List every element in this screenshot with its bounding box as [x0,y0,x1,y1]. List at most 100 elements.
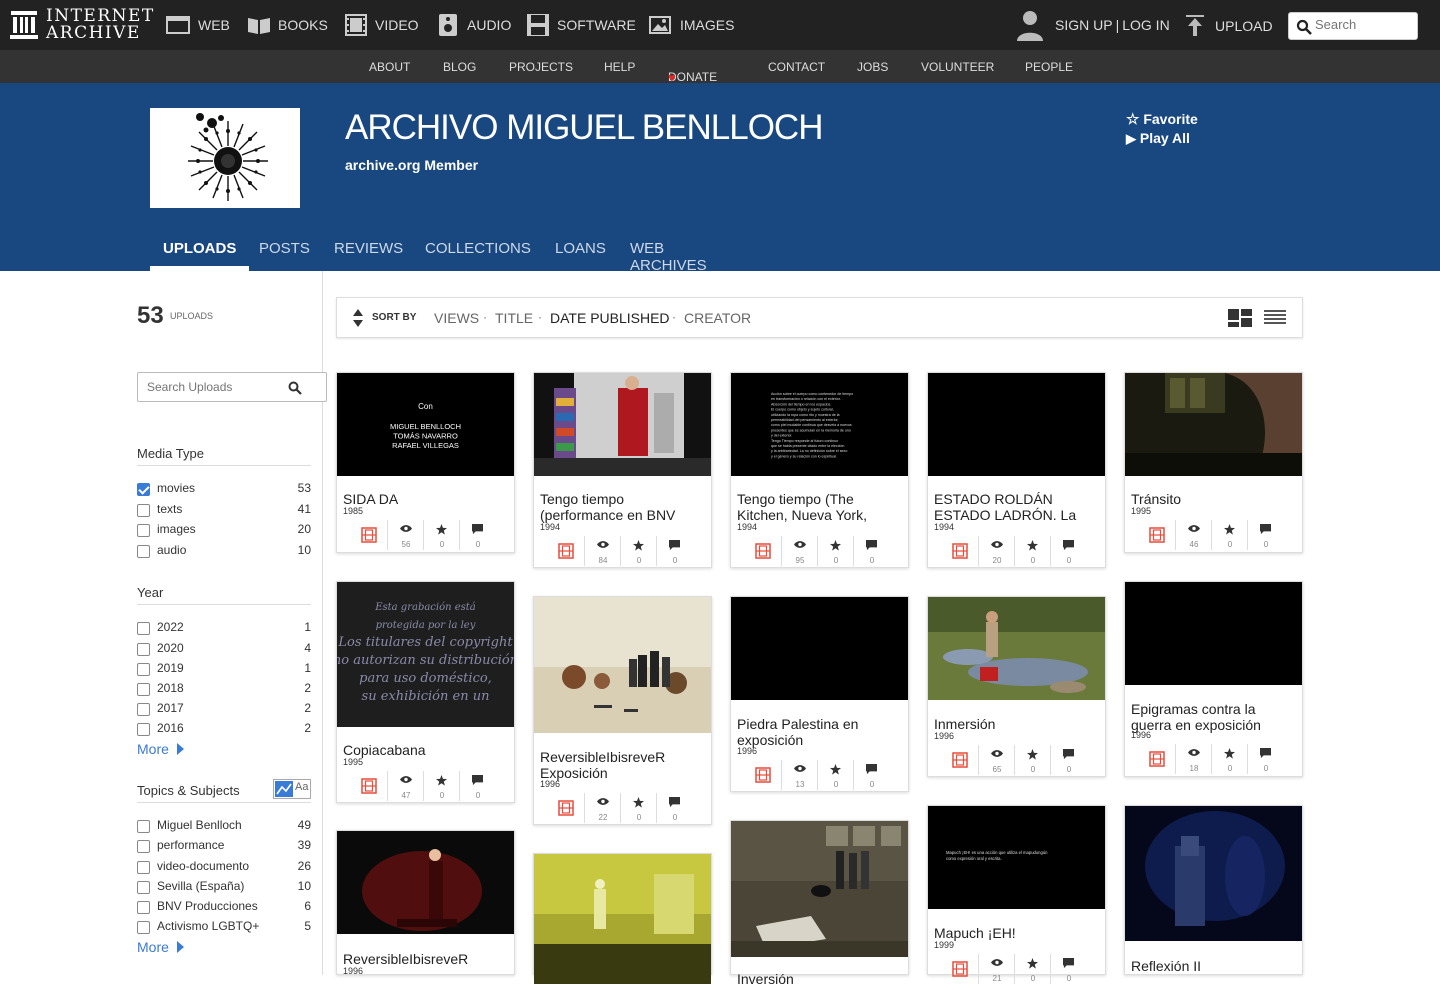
item-title[interactable]: ReversibleIbisreveR [343,951,511,967]
item-title[interactable]: Copiacabana [343,742,511,758]
topics-view-toggle[interactable]: Aa [273,779,311,799]
video-thumbnail[interactable] [534,597,711,733]
chart-icon[interactable] [275,781,293,797]
text-view-toggle[interactable]: Aa [295,781,308,793]
subnav-help[interactable]: HELP [604,60,635,74]
subnav-jobs[interactable]: JOBS [857,60,888,74]
checkbox[interactable] [137,643,150,656]
search-uploads-input[interactable] [147,380,287,394]
item-card[interactable] [533,853,712,984]
checkbox[interactable] [137,504,150,517]
item-title[interactable]: Epigramas contra la guerra en exposición [1131,701,1299,733]
thumbnail-frame[interactable] [534,597,711,733]
item-title[interactable]: SIDA DA [343,491,511,507]
tab-reviews[interactable]: REVIEWS [321,238,416,271]
item-card[interactable]: Mapuch ¡EH! es una acción que utiliza el… [927,805,1106,984]
facet-row[interactable]: 2019 1 [137,660,311,678]
checkbox[interactable] [137,840,150,853]
checkbox[interactable] [137,861,150,874]
video-thumbnail[interactable] [1125,373,1302,476]
item-title[interactable]: ESTADO ROLDÁN ESTADO LADRÓN. La [934,491,1102,523]
sort-creator[interactable]: CREATOR [684,310,751,326]
thumbnail-frame[interactable] [731,821,908,957]
search-icon[interactable] [1296,19,1312,35]
facet-row[interactable]: images 20 [137,521,311,539]
thumbnail-frame[interactable] [731,597,908,700]
thumbnail-frame[interactable] [928,373,1105,476]
tab-web-archives[interactable]: WEB ARCHIVES [617,238,720,274]
item-card[interactable]: Acción sobre el cuerpo como contenedor d… [730,372,909,568]
sort-title[interactable]: TITLE [495,310,533,326]
video-thumbnail[interactable]: Mapuch ¡EH! es una acción que utiliza el… [928,806,1105,909]
play-all-button[interactable]: ▶ Play All [1126,130,1190,147]
thumbnail-frame[interactable]: Acción sobre el cuerpo como contenedor d… [731,373,908,476]
nav-books[interactable]: BOOKS [246,12,328,38]
sort-date-published[interactable]: DATE PUBLISHED [550,310,670,326]
facet-row[interactable]: 2018 2 [137,680,311,698]
video-thumbnail[interactable] [534,373,711,476]
item-card[interactable]: Reflexión II [1124,805,1303,975]
facet-row[interactable]: video-documento 26 [137,858,311,876]
favorite-button[interactable]: ☆ Favorite [1126,110,1198,128]
checkbox[interactable] [137,663,150,676]
facet-row[interactable]: Sevilla (España) 10 [137,878,311,896]
internet-archive-logo[interactable]: INTERNET ARCHIVE [10,8,153,44]
signup-link[interactable]: SIGN UP [1055,17,1113,33]
checkbox[interactable] [137,683,150,696]
checkbox[interactable] [137,703,150,716]
subnav-people[interactable]: PEOPLE [1025,60,1073,74]
list-view-icon[interactable] [1264,310,1286,326]
year-more-link[interactable]: More [137,741,184,757]
checkbox-checked[interactable] [137,483,150,496]
item-title[interactable]: ReversibleIbisreveR Exposición [540,749,708,781]
item-card[interactable]: Esta grabación está protegida por la ley L… [336,581,515,803]
facet-row[interactable]: 2022 1 [137,619,311,637]
item-title[interactable]: Mapuch ¡EH! [934,925,1102,941]
nav-web[interactable]: WEB [166,12,230,38]
checkbox[interactable] [137,545,150,558]
video-thumbnail[interactable] [731,821,908,957]
item-title[interactable]: Tránsito [1131,491,1299,507]
item-card[interactable]: Inversión [730,820,909,987]
facet-row[interactable]: BNV Producciones 6 [137,898,311,916]
item-card[interactable]: Epigramas contra la guerra en exposición… [1124,581,1303,777]
video-thumbnail[interactable] [1125,806,1302,941]
item-title[interactable]: Tengo tiempo (performance en BNV [540,491,708,523]
item-card[interactable]: Inmersión 1996 65 0 0 [927,596,1106,777]
item-card[interactable]: Con MIGUEL BENLLOCH TOMÁS NAVARRO RAFAEL VI… [336,372,515,553]
video-thumbnail[interactable]: Con MIGUEL BENLLOCHTOMÁS NAVARRORAFAEL VI… [337,373,514,476]
subnav-volunteer[interactable]: VOLUNTEER [921,60,994,74]
subnav-blog[interactable]: BLOG [443,60,476,74]
site-search-input[interactable] [1315,17,1413,32]
item-card[interactable]: ReversibleIbisreveR 1996 [336,830,515,976]
upload-button[interactable]: UPLOAD [1185,15,1273,37]
facet-row[interactable]: 2020 4 [137,640,311,658]
item-card[interactable]: Piedra Palestina en exposición 1996 13 0 … [730,596,909,792]
item-title[interactable]: Piedra Palestina en exposición [737,716,905,748]
facet-row[interactable]: 2017 2 [137,700,311,718]
video-thumbnail[interactable] [928,597,1105,700]
sort-arrows-icon[interactable] [353,309,363,327]
checkbox[interactable] [137,723,150,736]
video-thumbnail[interactable] [534,854,711,984]
video-thumbnail[interactable]: Esta grabación está protegida por la ley L… [337,582,514,727]
facet-row[interactable]: performance 39 [137,837,311,855]
subnav-about[interactable]: ABOUT [369,60,410,74]
video-thumbnail[interactable] [337,831,514,934]
tile-view-icon[interactable] [1228,309,1252,327]
video-thumbnail[interactable] [928,373,1105,476]
item-title[interactable]: Reflexión II [1131,958,1299,974]
facet-row[interactable]: 2016 2 [137,720,311,738]
checkbox[interactable] [137,622,150,635]
topics-more-link[interactable]: More [137,939,184,955]
item-card[interactable]: ReversibleIbisreveR Exposición 1996 22 0 … [533,596,712,825]
login-link[interactable]: LOG IN [1122,17,1169,33]
nav-software[interactable]: SOFTWARE [525,12,636,38]
item-card[interactable]: Tengo tiempo (performance en BNV 1994 84 … [533,372,712,568]
facet-row[interactable]: texts 41 [137,501,311,519]
facet-row[interactable]: audio 10 [137,542,311,560]
video-thumbnail[interactable]: Acción sobre el cuerpo como contenedor d… [731,373,908,476]
subnav-projects[interactable]: PROJECTS [509,60,573,74]
thumbnail-frame[interactable]: Esta grabación está protegida por la ley L… [337,582,514,727]
thumbnail-frame[interactable] [337,831,514,934]
